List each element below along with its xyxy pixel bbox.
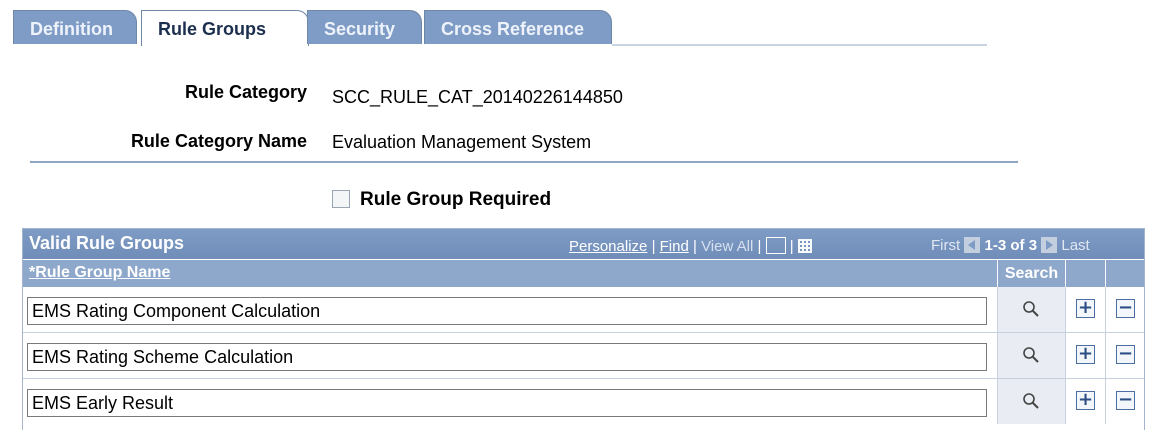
- rule-category-value: SCC_RULE_CAT_20140226144850: [332, 87, 623, 107]
- next-arrow-icon[interactable]: [1041, 237, 1058, 253]
- grid-pager: First 1-3 of 3 Last: [931, 237, 1090, 254]
- table-row: + −: [23, 379, 1144, 424]
- last-link: Last: [1061, 237, 1090, 254]
- delete-cell: −: [1105, 333, 1145, 378]
- table-row: + −: [23, 333, 1144, 378]
- rule-group-name-cell: [23, 379, 997, 424]
- search-cell: [997, 333, 1065, 378]
- row-range: 1-3 of 3: [984, 237, 1038, 254]
- add-cell: +: [1065, 287, 1105, 332]
- search-cell: [997, 287, 1065, 332]
- find-link[interactable]: Find: [660, 238, 689, 255]
- table-row: + −: [23, 287, 1144, 332]
- search-cell: [997, 379, 1065, 424]
- rule-category-name-label: Rule Category Name: [130, 131, 307, 151]
- tab-security[interactable]: Security: [307, 10, 422, 44]
- add-cell: +: [1065, 379, 1105, 424]
- grid-nav-links: Personalize | Find | View All | |: [569, 237, 812, 255]
- rule-group-required-checkbox[interactable]: [332, 190, 350, 208]
- tab-rule-groups[interactable]: Rule Groups: [141, 10, 309, 46]
- rule-group-required-label: Rule Group Required: [360, 189, 552, 210]
- rule-group-name-cell: [23, 287, 997, 332]
- rule-group-name-cell: [23, 333, 997, 378]
- rule-category-label: Rule Category: [184, 82, 307, 102]
- link-separator: |: [789, 238, 794, 255]
- delete-row-button[interactable]: −: [1116, 345, 1135, 364]
- delete-cell: −: [1105, 379, 1145, 424]
- search-icon[interactable]: [1022, 346, 1040, 364]
- delete-cell: −: [1105, 287, 1145, 332]
- section-divider: [30, 161, 1018, 163]
- grid-title-bar: Valid Rule Groups Personalize | Find | V…: [23, 229, 1144, 259]
- link-separator: |: [651, 238, 656, 255]
- view-all-link[interactable]: View All: [701, 238, 753, 255]
- link-separator: |: [757, 238, 762, 255]
- search-icon[interactable]: [1022, 392, 1040, 410]
- add-column-header: [1065, 260, 1105, 287]
- rule-category-name-value: Evaluation Management System: [332, 132, 592, 152]
- delete-column-header: [1105, 260, 1145, 287]
- first-link: First: [931, 237, 961, 254]
- zoom-icon[interactable]: [765, 237, 786, 254]
- search-column-header: Search: [997, 260, 1065, 287]
- rule-group-name-input[interactable]: [27, 297, 987, 325]
- link-separator: |: [693, 238, 697, 255]
- grid-title: Valid Rule Groups: [29, 233, 185, 253]
- rule-group-name-column-header[interactable]: *Rule Group Name: [29, 264, 170, 282]
- rule-group-name-input[interactable]: [27, 343, 987, 371]
- add-row-button[interactable]: +: [1076, 391, 1095, 410]
- download-grid-icon[interactable]: [797, 239, 812, 253]
- valid-rule-groups-grid: Valid Rule Groups Personalize | Find | V…: [22, 228, 1145, 430]
- grid-column-header: *Rule Group Name Search: [23, 260, 1144, 287]
- tab-definition[interactable]: Definition: [13, 10, 137, 44]
- tab-divider: [612, 44, 987, 46]
- previous-arrow-icon[interactable]: [964, 237, 981, 253]
- add-row-button[interactable]: +: [1076, 299, 1095, 318]
- personalize-link[interactable]: Personalize: [569, 238, 647, 255]
- tab-cross-reference[interactable]: Cross Reference: [424, 10, 612, 44]
- delete-row-button[interactable]: −: [1116, 299, 1135, 318]
- delete-row-button[interactable]: −: [1116, 391, 1135, 410]
- search-icon[interactable]: [1022, 300, 1040, 318]
- rule-group-name-input[interactable]: [27, 389, 987, 417]
- add-cell: +: [1065, 333, 1105, 378]
- add-row-button[interactable]: +: [1076, 345, 1095, 364]
